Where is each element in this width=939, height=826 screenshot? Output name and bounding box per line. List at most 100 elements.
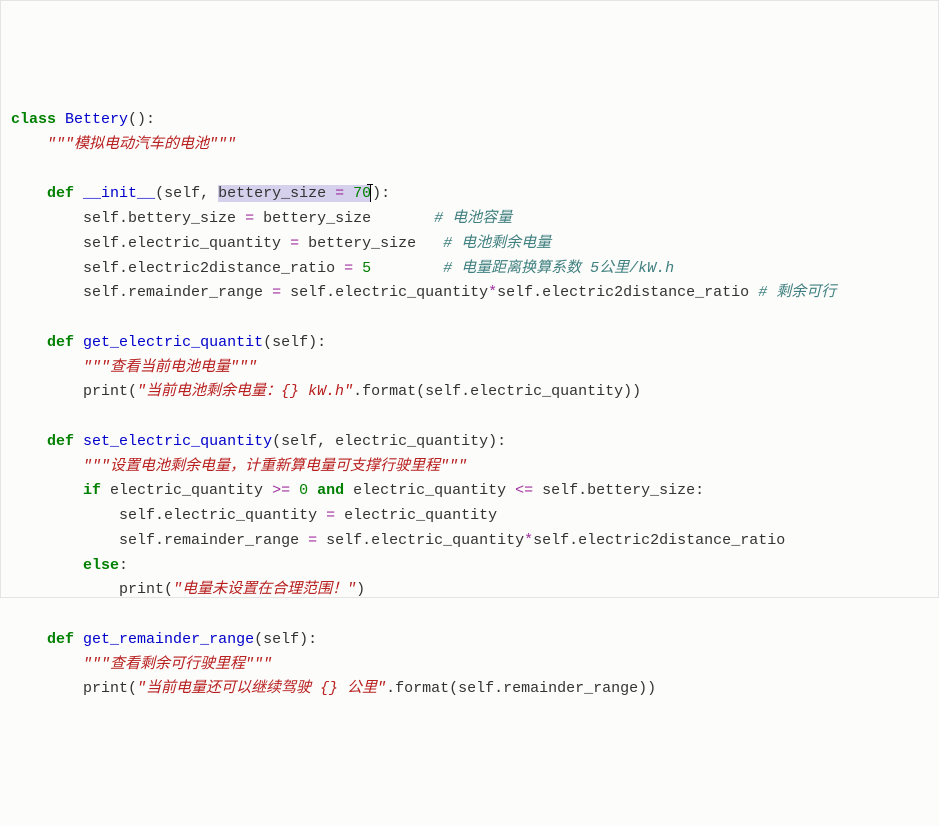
code-line-17: self.electric_quantity = electric_quanti… bbox=[11, 504, 928, 529]
code-line-16: if electric_quantity >= 0 and electric_q… bbox=[11, 479, 928, 504]
operator: >= bbox=[272, 482, 290, 499]
comment: # 剩余可行 bbox=[758, 284, 836, 301]
comment: # 电池剩余电量 bbox=[443, 235, 551, 252]
code-line-5: self.bettery_size = bettery_size # 电池容量 bbox=[11, 207, 928, 232]
text: (self, electric_quantity): bbox=[272, 433, 506, 450]
text: .electric2distance_ratio bbox=[119, 260, 344, 277]
code-line-24: print("当前电量还可以继续驾驶 {} 公里".format(self.re… bbox=[11, 677, 928, 702]
text: electric_quantity bbox=[353, 482, 515, 499]
text: .remainder_range bbox=[119, 284, 272, 301]
self: self bbox=[83, 235, 119, 252]
text: electric_quantity bbox=[335, 507, 497, 524]
string-literal: "当前电量还可以继续驾驶 {} 公里" bbox=[137, 680, 386, 697]
number-literal: 0 bbox=[290, 482, 308, 499]
code-line-4: def __init__(self, bettery_size = 70): bbox=[11, 182, 928, 207]
code-line-2: """模拟电动汽车的电池""" bbox=[11, 133, 928, 158]
text: (): bbox=[128, 111, 155, 128]
comment: # 电量距离换算系数 5公里/kW.h bbox=[443, 260, 674, 277]
function-name: get_remainder_range bbox=[83, 631, 254, 648]
operator: = bbox=[290, 235, 299, 252]
code-line-23: """查看剩余可行驶里程""" bbox=[11, 653, 928, 678]
text: self.electric2distance_ratio bbox=[497, 284, 758, 301]
number-literal: 5 bbox=[353, 260, 371, 277]
code-line-8: self.remainder_range = self.electric_qua… bbox=[11, 281, 928, 306]
keyword-if: if bbox=[83, 482, 101, 499]
text: ( bbox=[128, 383, 137, 400]
text: .format(self.remainder_range)) bbox=[386, 680, 656, 697]
code-line-18: self.remainder_range = self.electric_qua… bbox=[11, 529, 928, 554]
keyword-def: def bbox=[47, 631, 74, 648]
text: .remainder_range bbox=[155, 532, 308, 549]
number-literal: 70 bbox=[344, 185, 371, 202]
code-line-20: print("电量未设置在合理范围！") bbox=[11, 578, 928, 603]
docstring: """设置电池剩余电量，计重新算电量可支撑行驶里程""" bbox=[83, 458, 467, 475]
text: .electric_quantity bbox=[119, 235, 290, 252]
text: self.electric_quantity bbox=[317, 532, 524, 549]
text: (self): bbox=[254, 631, 317, 648]
code-line-22: def get_remainder_range(self): bbox=[11, 628, 928, 653]
text: .format(self.electric_quantity)) bbox=[353, 383, 641, 400]
function-name: get_electric_quantit bbox=[83, 334, 263, 351]
operator: = bbox=[308, 532, 317, 549]
code-line-21 bbox=[11, 603, 928, 628]
text: : bbox=[119, 557, 128, 574]
function-name: set_electric_quantity bbox=[83, 433, 272, 450]
code-line-15: """设置电池剩余电量，计重新算电量可支撑行驶里程""" bbox=[11, 455, 928, 480]
self: self bbox=[83, 210, 119, 227]
string-literal: "电量未设置在合理范围！" bbox=[173, 581, 356, 598]
text: self.electric2distance_ratio bbox=[533, 532, 785, 549]
text: ( bbox=[164, 581, 173, 598]
keyword-def: def bbox=[47, 433, 74, 450]
code-line-13 bbox=[11, 405, 928, 430]
operator: = bbox=[335, 185, 344, 202]
text-cursor bbox=[371, 186, 372, 203]
text: .electric_quantity bbox=[155, 507, 326, 524]
builtin-print: print bbox=[83, 383, 128, 400]
code-line-3 bbox=[11, 158, 928, 183]
code-line-12: print("当前电池剩余电量：{} kW.h".format(self.ele… bbox=[11, 380, 928, 405]
keyword-else: else bbox=[83, 557, 119, 574]
self: self bbox=[119, 532, 155, 549]
text: self.electric_quantity bbox=[281, 284, 488, 301]
comment: # 电池容量 bbox=[434, 210, 512, 227]
code-line-14: def set_electric_quantity(self, electric… bbox=[11, 430, 928, 455]
operator: * bbox=[488, 284, 497, 301]
selected-text: bettery_size bbox=[218, 185, 335, 202]
class-name: Bettery bbox=[65, 111, 128, 128]
operator: <= bbox=[515, 482, 533, 499]
keyword-class: class bbox=[11, 111, 56, 128]
keyword-and: and bbox=[308, 482, 353, 499]
code-line-9 bbox=[11, 306, 928, 331]
text: (self): bbox=[263, 334, 326, 351]
self: self bbox=[119, 507, 155, 524]
keyword-def: def bbox=[47, 334, 74, 351]
text: ( bbox=[128, 680, 137, 697]
code-line-6: self.electric_quantity = bettery_size # … bbox=[11, 232, 928, 257]
builtin-print: print bbox=[83, 680, 128, 697]
builtin-print: print bbox=[119, 581, 164, 598]
text: self.bettery_size: bbox=[533, 482, 704, 499]
docstring: """模拟电动汽车的电池""" bbox=[47, 136, 236, 153]
text: .bettery_size bbox=[119, 210, 245, 227]
code-editor[interactable]: class Bettery(): """模拟电动汽车的电池""" def __i… bbox=[11, 108, 928, 702]
text: ) bbox=[356, 581, 365, 598]
code-line-1: class Bettery(): bbox=[11, 108, 928, 133]
string-literal: "当前电池剩余电量：{} kW.h" bbox=[137, 383, 353, 400]
text: electric_quantity bbox=[101, 482, 272, 499]
operator: * bbox=[524, 532, 533, 549]
code-line-19: else: bbox=[11, 554, 928, 579]
code-line-10: def get_electric_quantit(self): bbox=[11, 331, 928, 356]
keyword-def: def bbox=[47, 185, 74, 202]
text: bettery_size bbox=[299, 235, 443, 252]
operator: = bbox=[245, 210, 254, 227]
self: self bbox=[83, 284, 119, 301]
operator: = bbox=[344, 260, 353, 277]
operator: = bbox=[326, 507, 335, 524]
docstring: """查看剩余可行驶里程""" bbox=[83, 656, 272, 673]
self: self bbox=[83, 260, 119, 277]
code-line-11: """查看当前电池电量""" bbox=[11, 356, 928, 381]
text: (self, bbox=[155, 185, 218, 202]
function-name: __init__ bbox=[83, 185, 155, 202]
text bbox=[371, 260, 443, 277]
text: bettery_size bbox=[254, 210, 434, 227]
